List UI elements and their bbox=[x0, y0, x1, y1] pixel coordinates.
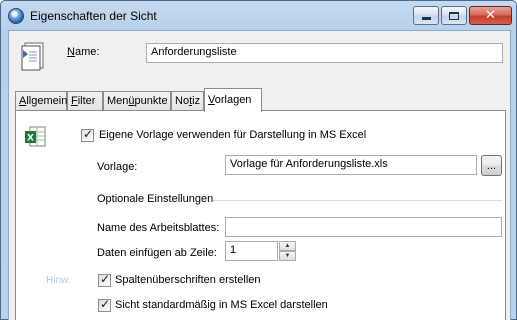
show-default-checkbox[interactable]: ✓ bbox=[98, 297, 111, 312]
dialog-content: Name: Anforderungsliste Allgemein Filter… bbox=[8, 30, 511, 320]
arrow-up-icon: ▲ bbox=[284, 243, 291, 249]
insert-row-label: Daten einfügen ab Zeile: bbox=[97, 247, 217, 259]
spin-down-button[interactable]: ▼ bbox=[279, 251, 296, 261]
app-icon bbox=[8, 8, 24, 24]
sheet-name-input[interactable] bbox=[225, 217, 502, 237]
name-label-text: ame: bbox=[74, 46, 100, 58]
checkmark-icon: ✓ bbox=[100, 297, 111, 311]
name-label: Name: bbox=[67, 46, 100, 58]
view-document-icon bbox=[21, 42, 44, 71]
maximize-icon bbox=[449, 11, 459, 20]
arrow-down-icon: ▼ bbox=[284, 253, 291, 259]
window-title: Eigenschaften der Sicht bbox=[30, 9, 157, 23]
separator bbox=[213, 200, 502, 201]
tab-allgemein[interactable]: Allgemein bbox=[15, 91, 67, 110]
checkmark-icon: ✓ bbox=[100, 272, 111, 286]
svg-text:X: X bbox=[27, 134, 34, 144]
excel-icon: X bbox=[25, 126, 46, 147]
column-headers-checkbox[interactable]: ✓ bbox=[98, 272, 111, 287]
column-headers-label: Spaltenüberschriften erstellen bbox=[115, 274, 261, 286]
maximize-button[interactable] bbox=[441, 6, 467, 25]
close-button[interactable]: ✕ bbox=[469, 6, 512, 25]
use-template-label: Eigene Vorlage verwenden für Darstellung… bbox=[99, 129, 367, 141]
insert-row-input[interactable]: 1 bbox=[225, 241, 278, 261]
tab-notiz[interactable]: Notiz bbox=[171, 91, 204, 110]
tab-menuepunkte[interactable]: Menüpunkte bbox=[103, 91, 171, 110]
sheet-name-label: Name des Arbeitsblattes: bbox=[97, 222, 220, 234]
minimize-button[interactable] bbox=[413, 6, 439, 25]
show-default-label: Sicht standardmäßig in MS Excel darstell… bbox=[115, 299, 328, 311]
use-template-checkbox[interactable]: ✓ bbox=[81, 127, 94, 142]
template-input[interactable]: Vorlage für Anforderungsliste.xls bbox=[225, 155, 477, 175]
minimize-icon bbox=[421, 17, 431, 20]
checkmark-icon: ✓ bbox=[83, 127, 94, 141]
browse-button[interactable]: ... bbox=[481, 155, 502, 176]
title-bar[interactable]: Eigenschaften der Sicht ✕ bbox=[1, 1, 516, 30]
vorlagen-panel: X ✓ Eigene Vorlage verwenden für Darstel… bbox=[15, 110, 506, 320]
hint-watermark: Hinw. bbox=[46, 275, 71, 286]
tab-vorlagen[interactable]: Vorlagen bbox=[204, 88, 262, 112]
dialog-window: Eigenschaften der Sicht ✕ Name: Anforder… bbox=[0, 0, 517, 320]
optional-settings-heading: Optionale Einstellungen bbox=[97, 193, 214, 205]
name-input[interactable]: Anforderungsliste bbox=[146, 43, 503, 63]
template-label: Vorlage: bbox=[97, 161, 138, 173]
close-icon: ✕ bbox=[485, 8, 496, 23]
tab-filter[interactable]: Filter bbox=[67, 91, 103, 110]
spin-up-button[interactable]: ▲ bbox=[279, 241, 296, 251]
